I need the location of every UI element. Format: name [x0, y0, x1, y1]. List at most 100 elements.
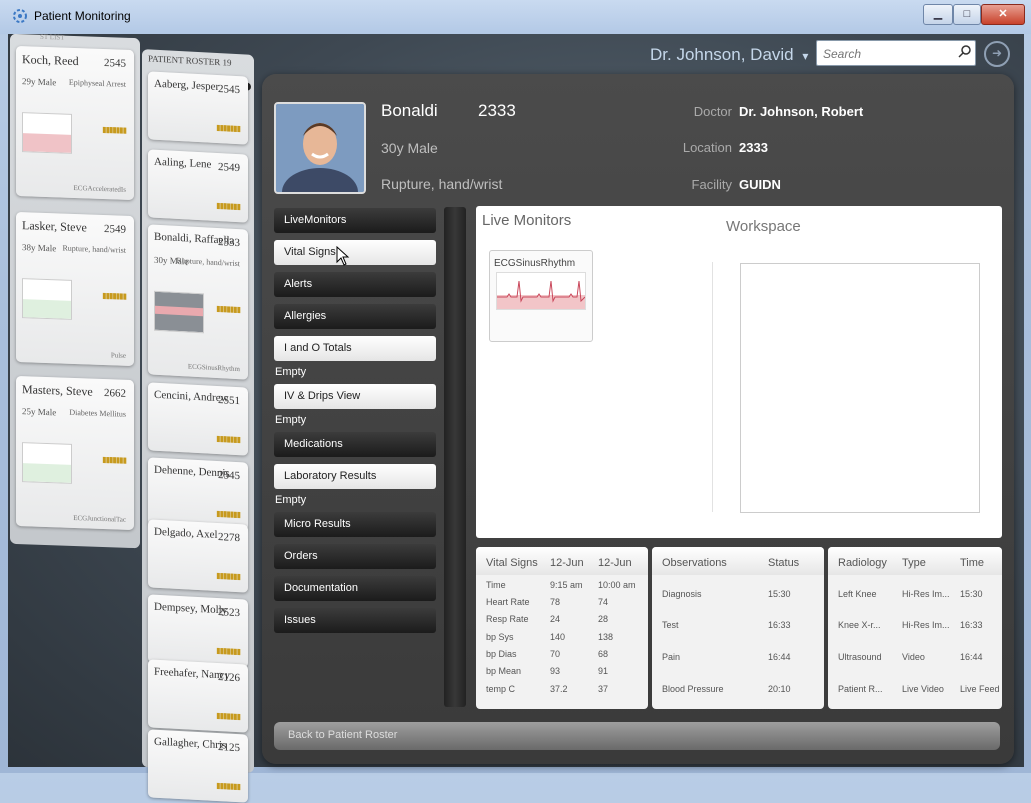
vitals-cell: 28	[598, 614, 609, 624]
radiology-column-header: Type	[902, 557, 926, 569]
menu-item-medications[interactable]: Medications	[274, 432, 436, 457]
menu-item-alerts[interactable]: Alerts	[274, 272, 436, 297]
patient-card-id: 2125	[218, 741, 240, 755]
observations-cell: 16:44	[768, 652, 791, 662]
radiology-cell: Knee X-r...	[838, 620, 881, 630]
patient-card-id: 2545	[104, 57, 126, 70]
observations-cell: Diagnosis	[662, 589, 702, 599]
menu-item-allergies[interactable]: Allergies	[274, 304, 436, 329]
vitals-indicator-icon: ▮▮▮▮▮▮▮	[216, 645, 240, 657]
menu-item-i-and-o-totals[interactable]: I and O Totals	[274, 336, 436, 361]
live-monitors-title: Live Monitors	[482, 212, 572, 229]
radiology-cell: Video	[902, 652, 925, 662]
patient-card-waveform	[22, 278, 72, 320]
menu-scrollbar[interactable]	[444, 207, 466, 707]
menu-item-livemonitors[interactable]: LiveMonitors	[274, 208, 436, 233]
menu-item-vital-signs[interactable]: Vital Signs	[274, 240, 436, 265]
patient-card[interactable]: Bonaldi, Raffaella 2333 30y Male Rupture, h…	[148, 224, 248, 380]
user-name: Dr. Johnson, David	[650, 45, 794, 64]
patient-card[interactable]: Dempsey, Molly 2523 ▮▮▮▮▮▮▮	[148, 594, 248, 668]
patient-card[interactable]: Freehafer, Nancy 2126 ▮▮▮▮▮▮▮	[148, 659, 248, 733]
workspace-drop-area[interactable]	[740, 263, 980, 513]
patient-card-diagnosis: Rupture, hand/wrist	[62, 243, 126, 255]
vitals-indicator-icon: ▮▮▮▮▮▮▮	[216, 780, 240, 792]
vitals-indicator-icon: ▮▮▮▮▮▮▮	[102, 454, 126, 465]
radiology-cell: Live Video	[902, 684, 944, 694]
observations-column-header: Observations	[662, 557, 727, 569]
menu-item-laboratory-results[interactable]: Laboratory Results	[274, 464, 436, 489]
radiology-cell: Hi-Res Im...	[902, 589, 950, 599]
vitals-cell: 37	[598, 684, 609, 694]
ecg-monitor-label: ECGSinusRhythm	[494, 258, 576, 269]
patient-card-id: 2545	[218, 83, 240, 97]
vitals-cell: 78	[550, 597, 561, 607]
patient-last-name: Bonaldi	[381, 101, 438, 120]
vital-signs-panel: Vital Signs 12-Jun 12-Jun Time 9:15 am 10:00 …	[476, 547, 648, 709]
vitals-cell: 37.2	[550, 684, 568, 694]
patient-card-id: 2278	[218, 531, 240, 545]
patient-card[interactable]: Aaling, Lene 2549 ▮▮▮▮▮▮▮	[148, 149, 248, 223]
vitals-cell: temp C	[486, 684, 516, 694]
menu-item-orders[interactable]: Orders	[274, 544, 436, 569]
observations-cell: 15:30	[768, 589, 791, 599]
observations-column-header: Status	[768, 557, 800, 569]
facility-label: Facility	[691, 177, 732, 192]
search-icon[interactable]	[958, 44, 972, 58]
radiology-column-header: Radiology	[838, 557, 887, 569]
patient-card-name: Dempsey, Molly	[154, 600, 228, 617]
maximize-button[interactable]: □	[953, 4, 981, 25]
patient-card[interactable]: Delgado, Axel 2278 ▮▮▮▮▮▮▮	[148, 519, 248, 593]
patient-card-id: 2662	[104, 387, 126, 400]
patient-card[interactable]: Masters, Steve 2662 25y Male Diabetes Melli…	[16, 375, 134, 531]
patient-diagnosis: Rupture, hand/wrist	[381, 176, 503, 192]
radiology-cell: Left Knee	[838, 589, 877, 599]
navigate-icon[interactable]: ➜	[984, 41, 1010, 67]
observations-panel: Observations Status Diagnosis 15:30 Test 16:3…	[652, 547, 824, 709]
patient-card[interactable]: Koch, Reed 2545 29y Male Epiphyseal Arrest ▮…	[16, 45, 134, 201]
close-button[interactable]: ✕	[981, 4, 1025, 25]
location-label: Location	[682, 140, 732, 155]
doctor-value: Dr. Johnson, Robert	[739, 104, 864, 119]
patient-card-name: Aaling, Lene	[154, 155, 212, 171]
vitals-column-header: Vital Signs	[486, 557, 538, 569]
patient-card[interactable]: Lasker, Steve 2549 38y Male Rupture, hand/w…	[16, 211, 134, 367]
patient-card-age: 25y Male	[22, 406, 57, 418]
doctor-label: Doctor	[693, 104, 732, 119]
patient-card-age: 38y Male	[22, 242, 57, 254]
cursor-icon	[336, 246, 350, 266]
radiology-cell: Ultrasound	[838, 652, 882, 662]
menu-item-issues[interactable]: Issues	[274, 608, 436, 633]
user-menu[interactable]: Dr. Johnson, David ▾	[650, 45, 808, 65]
patient-card-diagnosis: Epiphyseal Arrest	[68, 77, 126, 89]
patient-card[interactable]: Cencini, Andrew 2551 ▮▮▮▮▮▮▮	[148, 382, 248, 456]
patient-card-monitor: Pulse	[110, 351, 126, 360]
vitals-column-header: 12-Jun	[550, 557, 584, 569]
observations-cell: 20:10	[768, 684, 791, 694]
patient-card[interactable]: Aaberg, Jesper 2545 ▮▮▮▮▮▮▮	[148, 71, 248, 145]
search-input[interactable]	[821, 43, 953, 65]
roster-left-column: ST LIST Koch, Reed 2545 29y Male Epiphyseal…	[10, 33, 140, 549]
patient-card-id: 2333	[218, 236, 240, 250]
minimize-button[interactable]: ▁	[923, 4, 953, 25]
window-titlebar	[0, 0, 1031, 34]
vitals-cell: 68	[598, 649, 609, 659]
observations-cell: Test	[662, 620, 679, 630]
menu-item-micro-results[interactable]: Micro Results	[274, 512, 436, 537]
vitals-indicator-icon: ▮▮▮▮▮▮▮	[216, 508, 240, 520]
vitals-cell: 10:00 am	[598, 580, 636, 590]
vitals-indicator-icon: ▮▮▮▮▮▮▮	[216, 570, 240, 582]
observations-cell: 16:33	[768, 620, 791, 630]
roster-title: PATIENT ROSTER 19	[148, 53, 232, 68]
patient-card[interactable]: Gallagher, Chris 2125 ▮▮▮▮▮▮▮	[148, 729, 248, 803]
vitals-cell: 91	[598, 666, 609, 676]
patient-card-id: 2549	[218, 161, 240, 175]
menu-item-iv-drips-view[interactable]: IV & Drips View	[274, 384, 436, 409]
menu-item-documentation[interactable]: Documentation	[274, 576, 436, 601]
patient-card-id: 2126	[218, 671, 240, 685]
vitals-cell: 70	[550, 649, 561, 659]
patient-card-name: Masters, Steve	[22, 382, 93, 399]
vitals-indicator-icon: ▮▮▮▮▮▮▮	[216, 710, 240, 722]
avatar-icon	[276, 104, 364, 192]
search-box[interactable]	[816, 40, 976, 66]
vitals-cell: Resp Rate	[486, 614, 529, 624]
